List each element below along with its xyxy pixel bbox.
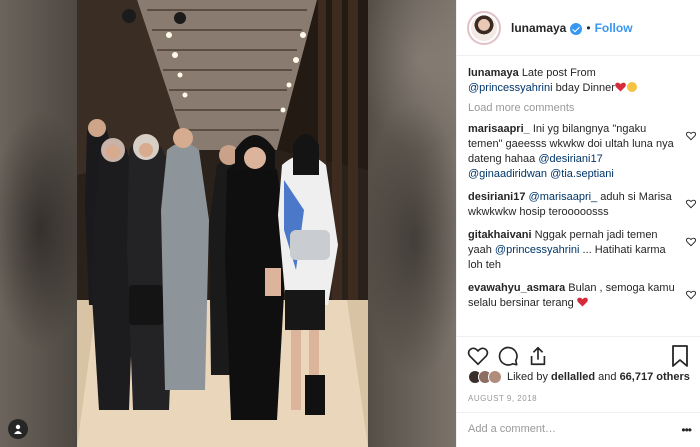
post-photo[interactable] <box>77 0 368 447</box>
heart-icon[interactable] <box>686 199 696 209</box>
tagged-users-button[interactable] <box>8 419 28 439</box>
caption-mention[interactable]: @princessyahrini <box>468 82 553 94</box>
comment-username[interactable]: desiriani17 <box>468 191 525 203</box>
more-options-button[interactable]: ••• <box>681 423 692 437</box>
likes-count[interactable]: 66,717 others <box>620 371 690 383</box>
comment-username[interactable]: evawahyu_asmara <box>468 282 565 294</box>
liker-avatar[interactable] <box>488 370 502 384</box>
header-separator: • <box>586 20 591 35</box>
caption-username[interactable]: lunamaya <box>468 67 519 79</box>
red-heart-emoji-icon <box>577 297 588 307</box>
red-heart-emoji-icon <box>615 82 626 92</box>
caption: lunamaya Late post From @princessyahrini… <box>468 66 696 96</box>
comments-list: lunamaya Late post From @princessyahrini… <box>468 66 696 319</box>
comment-item: evawahyu_asmara Bulan , semoga kamu sela… <box>468 281 696 311</box>
post-sidebar: lunamaya • Follow lunamaya Late post Fro… <box>456 0 700 447</box>
action-icons <box>467 345 549 367</box>
likes-summary: Liked by dellalled and 66,717 others <box>468 370 690 384</box>
comment-username[interactable]: marisaapri_ <box>468 123 530 135</box>
heart-icon[interactable] <box>686 237 696 247</box>
post-media[interactable] <box>0 0 456 447</box>
comment-mention[interactable]: @desiriani17 <box>538 153 602 165</box>
likes-prefix: Liked by <box>507 371 548 383</box>
share-icon[interactable] <box>527 345 549 367</box>
comment-mention[interactable]: @ginaadiridwan <box>468 168 547 180</box>
comment-item: desiriani17 @marisaapri_ aduh si Marisa … <box>468 190 696 220</box>
like-heart-icon[interactable] <box>467 345 489 367</box>
caption-text-end: bday Dinner <box>555 82 615 94</box>
caption-text: Late post From <box>521 67 596 79</box>
group-photo-illustration <box>77 0 368 447</box>
smile-emoji-icon <box>626 82 637 92</box>
likes-text: Liked by dellalled and 66,717 others <box>507 371 690 383</box>
likes-conjunction: and <box>598 371 617 383</box>
post-date[interactable]: AUGUST 9, 2018 <box>468 394 537 403</box>
comment-item: gitakhaivani Nggak pernah jadi temen yaa… <box>468 228 696 273</box>
bookmark-icon[interactable] <box>671 345 689 367</box>
liker-username[interactable]: dellalled <box>551 371 595 383</box>
add-comment-input[interactable] <box>468 423 668 435</box>
comment-mention[interactable]: @tia.septiani <box>550 168 614 180</box>
comment-mention[interactable]: @marisaapri_ <box>529 191 598 203</box>
avatar[interactable] <box>467 10 501 45</box>
heart-icon[interactable] <box>686 131 696 141</box>
header-username[interactable]: lunamaya <box>511 21 566 35</box>
add-comment-bar: ••• <box>457 412 700 447</box>
comment-icon[interactable] <box>497 345 519 367</box>
comment-username[interactable]: gitakhaivani <box>468 229 532 241</box>
comment-item: marisaapri_ Ini yg bilangnya "ngaku teme… <box>468 122 696 182</box>
post-header: lunamaya • Follow <box>457 0 700 56</box>
user-icon <box>14 424 22 434</box>
comment-mention[interactable]: @princessyahrini <box>495 244 580 256</box>
load-more-comments-button[interactable]: Load more comments <box>468 101 696 116</box>
post-actions: Liked by dellalled and 66,717 others AUG… <box>457 336 700 447</box>
verified-icon <box>570 22 583 35</box>
instagram-post-view: lunamaya • Follow lunamaya Late post Fro… <box>0 0 700 447</box>
follow-button[interactable]: Follow <box>595 21 633 35</box>
heart-icon[interactable] <box>686 290 696 300</box>
